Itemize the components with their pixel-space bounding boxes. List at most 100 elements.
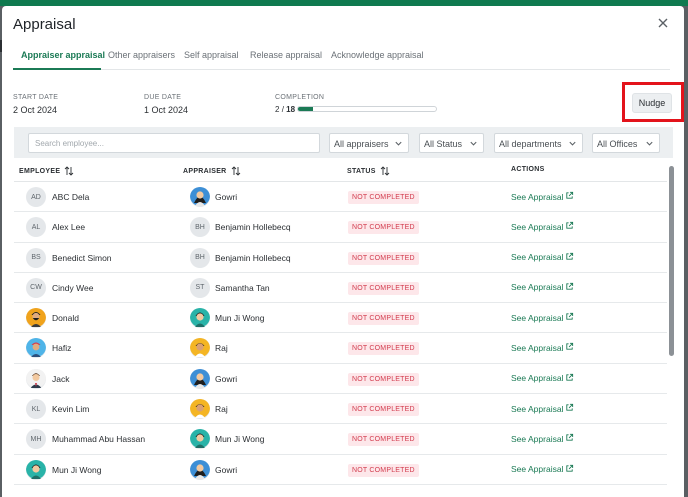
completion-progress-bar [297,106,437,112]
employee-avatar [26,338,46,359]
see-appraisal-link[interactable]: See Appraisal [511,403,574,414]
external-link-icon [565,221,574,232]
tab-other-appraisers[interactable]: Other appraisers [108,50,175,60]
see-appraisal-link[interactable]: See Appraisal [511,433,574,444]
table-row: Jack Gowri NOT COMPLETED See Appraisal [14,364,667,395]
due-date-value: 1 Oct 2024 [144,105,189,115]
see-appraisal-label: See Appraisal [511,252,564,263]
appraiser-avatar [190,368,210,389]
active-tab-indicator [13,68,101,70]
appraiser-avatar [190,338,210,359]
yellow-avatar-icon [190,338,210,358]
teal-avatar-icon [190,308,210,328]
offices-filter[interactable]: All Offices [592,133,660,153]
employee-name: Cindy Wee [52,282,94,293]
appraiser-avatar: BH [190,247,210,268]
external-link-icon [565,252,574,263]
chevron-down-icon [470,141,477,146]
table-header: EMPLOYEE APPRAISER STATUS ACTIONS [14,160,667,182]
see-appraisal-link[interactable]: See Appraisal [511,312,574,323]
woman-avatar-icon [190,459,210,480]
employee-name: Muhammad Abu Hassan [52,434,146,445]
start-date-label: START DATE [13,94,59,101]
see-appraisal-link[interactable]: See Appraisal [511,191,574,202]
appraisers-filter-value: All appraisers [334,139,389,149]
see-appraisal-link[interactable]: See Appraisal [511,373,574,384]
sort-icon[interactable] [380,166,390,176]
man-suit-avatar-icon [26,368,46,389]
see-appraisal-link[interactable]: See Appraisal [511,252,574,263]
table-row: BS Benedict Simon BH Benjamin Hollebecq … [14,243,667,273]
tab-acknowledge-appraisal[interactable]: Acknowledge appraisal [331,50,424,60]
column-actions: ACTIONS [511,166,545,173]
status-badge: NOT COMPLETED [348,342,419,356]
appraiser-name: Mun Ji Wong [215,313,265,324]
status-badge: NOT COMPLETED [348,191,419,204]
appraiser-name: Samantha Tan [215,282,270,293]
appraiser-name: Gowri [215,192,238,202]
status-badge: NOT COMPLETED [348,463,419,477]
tab-release-appraisal[interactable]: Release appraisal [250,50,322,60]
start-date-value: 2 Oct 2024 [13,105,58,115]
status-badge: NOT COMPLETED [348,433,419,447]
tab-self-appraisal[interactable]: Self appraisal [184,50,239,60]
appraiser-name: Gowri [215,464,238,475]
appraiser-avatar [190,429,210,450]
appraiser-avatar [190,459,210,480]
table-row: AL Alex Lee BH Benjamin Hollebecq NOT CO… [14,212,667,243]
see-appraisal-link[interactable]: See Appraisal [511,282,574,293]
table-scrollbar[interactable] [669,160,675,497]
modal-title: Appraisal [13,16,76,33]
employee-name: Alex Lee [52,222,86,233]
status-filter[interactable]: All Status [419,133,484,153]
status-badge: NOT COMPLETED [348,372,419,386]
woman-avatar-icon [190,368,210,389]
table-row: AD ABC Dela Gowri NOT COMPLETED See Appr… [14,182,667,213]
appraiser-name: Gowri [215,373,238,384]
yellow-avatar-icon [190,399,210,419]
employee-avatar: MH [26,429,46,450]
see-appraisal-label: See Appraisal [511,282,564,293]
see-appraisal-link[interactable]: See Appraisal [511,221,574,232]
chevron-down-icon [646,141,653,146]
status-badge: NOT COMPLETED [348,403,419,417]
column-appraiser-label: APPRAISER [183,167,227,175]
employee-avatar [26,459,46,480]
departments-filter-value: All departments [499,139,562,149]
appraiser-avatar: BH [190,217,210,238]
completion-separator: / [281,105,284,114]
table-row: Mun Ji Wong Gowri NOT COMPLETED See Appr… [14,455,667,485]
see-appraisal-link[interactable]: See Appraisal [511,464,574,475]
sort-icon[interactable] [231,166,241,176]
close-icon[interactable] [656,16,670,30]
search-employee-input[interactable] [28,133,320,153]
external-link-icon [565,342,574,353]
chevron-down-icon [395,141,402,146]
table-row: MH Muhammad Abu Hassan Mun Ji Wong NOT C… [14,424,667,455]
highlight-box [622,82,684,122]
appraiser-name: Raj [215,404,228,415]
see-appraisal-link[interactable]: See Appraisal [511,342,574,353]
employee-name: Mun Ji Wong [52,464,102,475]
see-appraisal-label: See Appraisal [511,342,564,353]
sort-icon[interactable] [64,166,74,176]
appraiser-avatar: ST [190,277,210,298]
status-badge: NOT COMPLETED [348,221,419,235]
status-badge: NOT COMPLETED [348,251,419,265]
employee-name: ABC Dela [52,192,90,202]
tab-appraiser-appraisal[interactable]: Appraiser appraisal [21,50,105,60]
appraisers-filter[interactable]: All appraisers [329,133,409,153]
employee-avatar [26,308,46,329]
see-appraisal-label: See Appraisal [511,464,564,475]
scrollbar-thumb[interactable] [669,166,674,356]
employee-name: Hafiz [52,343,72,354]
employee-avatar [26,368,46,389]
offices-filter-value: All Offices [597,139,638,149]
departments-filter[interactable]: All departments [494,133,583,153]
teal-avatar-icon [26,459,46,480]
employee-avatar: CW [26,277,46,298]
column-status: STATUS [347,166,390,176]
see-appraisal-label: See Appraisal [511,312,564,323]
table-row: Hafiz Raj NOT COMPLETED See Appraisal [14,333,667,364]
external-link-icon [565,373,574,384]
